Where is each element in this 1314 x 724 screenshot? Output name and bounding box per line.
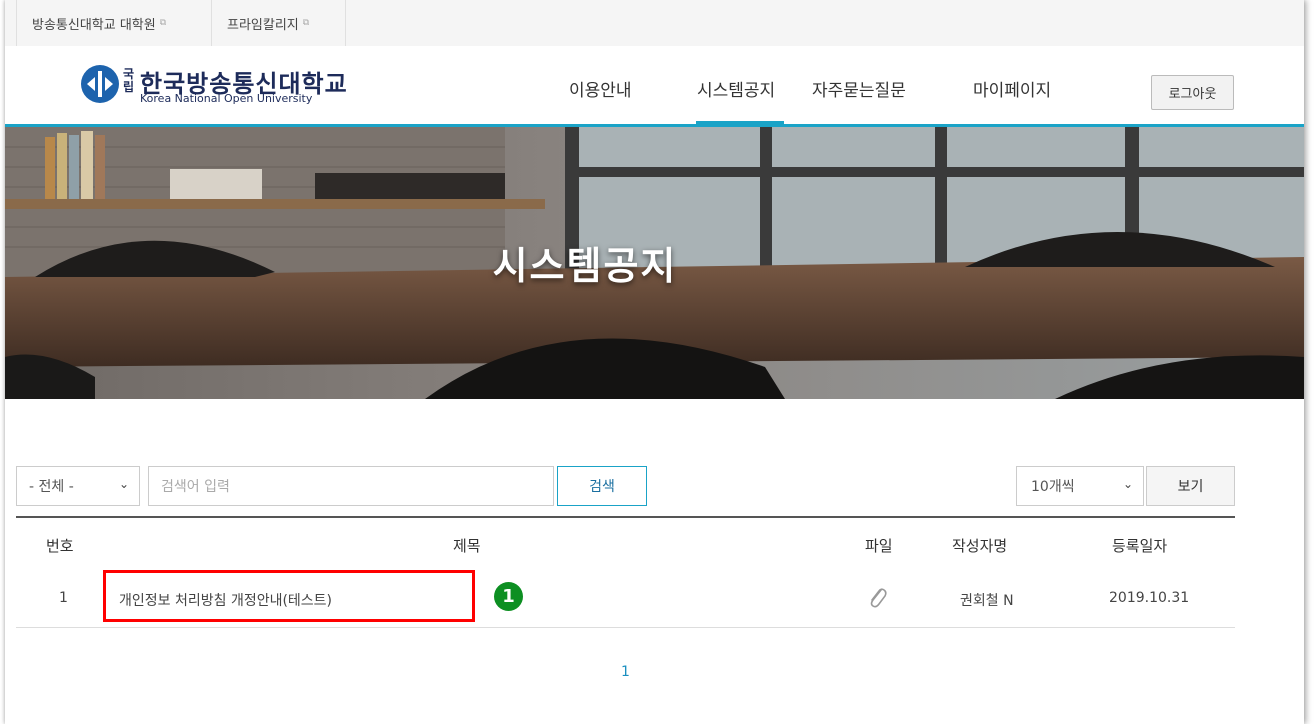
search-category-value: - 전체 -	[29, 479, 74, 495]
page-banner: 시스템공지	[5, 127, 1304, 399]
column-header-author: 작성자명	[952, 537, 1008, 555]
view-button[interactable]: 보기	[1146, 466, 1235, 506]
pagination-page-1[interactable]: 1	[621, 664, 630, 680]
site-header: 국립 한국방송통신대학교 Korea National Open Univers…	[5, 46, 1304, 126]
top-utility-bar: 방송통신대학교 대학원 ⧉ 프라임칼리지 ⧉	[5, 0, 1304, 46]
university-emblem-icon[interactable]	[81, 65, 119, 103]
nav-my-page[interactable]: 마이페이지	[973, 76, 1051, 101]
column-header-title: 제목	[453, 537, 481, 555]
search-input[interactable]: 검색어 입력	[148, 466, 554, 506]
row-date: 2019.10.31	[1109, 590, 1190, 606]
nav-faq[interactable]: 자주묻는질문	[812, 76, 906, 101]
row-author: 권회철 N	[960, 593, 1014, 609]
table-header: 번호 제목 파일 작성자명 등록일자	[16, 516, 1235, 568]
column-header-file: 파일	[865, 537, 893, 555]
logo-national-mark: 국립	[123, 67, 135, 94]
prime-college-link[interactable]: 프라임칼리지 ⧉	[212, 0, 346, 46]
search-category-select[interactable]: - 전체 - ⌄	[16, 466, 140, 506]
nav-usage-guide[interactable]: 이용안내	[569, 76, 632, 101]
prime-college-link-label: 프라임칼리지	[227, 17, 299, 33]
external-link-icon: ⧉	[302, 18, 310, 28]
logo-english-name: Korea National Open University	[140, 92, 313, 105]
paperclip-icon[interactable]	[866, 584, 888, 614]
column-header-date: 등록일자	[1112, 537, 1168, 555]
logout-button[interactable]: 로그아웃	[1151, 75, 1234, 110]
page-size-select[interactable]: 10개씩 ⌄	[1016, 466, 1144, 506]
search-button[interactable]: 검색	[557, 466, 647, 506]
graduate-school-link-label: 방송통신대학교 대학원	[32, 17, 156, 33]
chevron-down-icon: ⌄	[118, 477, 129, 491]
column-header-number: 번호	[46, 537, 74, 555]
annotation-highlight-box	[103, 570, 475, 622]
page-size-value: 10개씩	[1031, 479, 1075, 495]
chevron-down-icon: ⌄	[1122, 477, 1133, 491]
graduate-school-link[interactable]: 방송통신대학교 대학원 ⧉	[16, 0, 212, 46]
external-link-icon: ⧉	[159, 18, 167, 28]
row-number: 1	[59, 590, 68, 606]
nav-system-notice[interactable]: 시스템공지	[697, 76, 775, 101]
banner-title: 시스템공지	[492, 244, 678, 288]
annotation-number-badge: 1	[494, 582, 523, 611]
page-frame: 방송통신대학교 대학원 ⧉ 프라임칼리지 ⧉ 국립 한국방송통신대학교 Kore…	[5, 0, 1304, 724]
